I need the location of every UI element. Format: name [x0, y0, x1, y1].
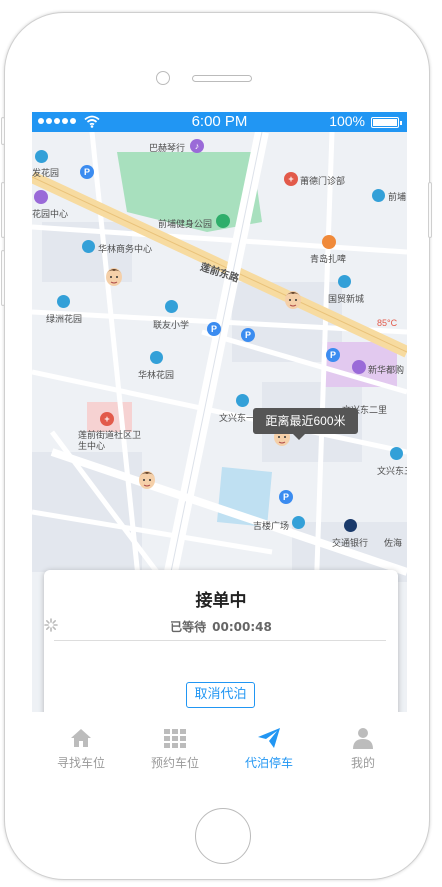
divider [54, 640, 386, 641]
poi-label: 文兴东三 [377, 466, 407, 476]
tab-find-parking[interactable]: 寻找车位 [34, 712, 128, 777]
building-pin-icon[interactable] [372, 189, 385, 202]
driver-avatar-icon[interactable] [136, 467, 158, 491]
home-icon [71, 729, 91, 747]
paper-plane-icon [258, 728, 280, 748]
tab-label: 寻找车位 [56, 756, 105, 770]
hospital-pin-icon[interactable]: + [100, 412, 114, 426]
poi-label: 莆德门诊部 [300, 176, 346, 186]
volume-down-button[interactable] [1, 250, 5, 306]
poi-label: 国贸新城 [328, 294, 365, 304]
school-pin-icon[interactable] [165, 300, 178, 313]
tab-profile[interactable]: 我的 [316, 712, 407, 777]
app-screen: 6:00 PM 100% 莲前东路 ♪ 巴赫琴行 + 莆德门诊部 前埔 发花园 … [32, 112, 407, 777]
earpiece-speaker [192, 75, 252, 82]
poi-label: 新华都购 [368, 365, 405, 375]
shop-pin-icon[interactable] [34, 190, 48, 204]
building-pin-icon[interactable] [292, 516, 305, 529]
building-pin-icon[interactable] [390, 447, 403, 460]
poi-label: 花园中心 [32, 209, 69, 219]
building-pin-icon[interactable] [35, 150, 48, 163]
poi-label: 前埔 [388, 192, 407, 202]
poi-label: 发花园 [32, 168, 60, 178]
building-pin-icon[interactable] [236, 394, 249, 407]
wait-label: 已等待 [170, 620, 207, 634]
tab-label: 我的 [350, 756, 375, 770]
tab-label: 预约车位 [150, 756, 199, 770]
wait-timer: 已等待 00:00:48 [44, 618, 398, 635]
battery-icon [371, 117, 402, 128]
parking-pin-icon[interactable]: P [279, 490, 293, 504]
poi-label: 前埔健身公园 [158, 219, 213, 229]
front-camera [156, 71, 170, 85]
home-button[interactable] [195, 808, 251, 864]
building-pin-icon[interactable] [57, 295, 70, 308]
grid-icon [164, 729, 186, 748]
parking-pin-icon[interactable]: P [241, 328, 255, 342]
power-button[interactable] [428, 182, 432, 238]
battery-percent: 100% [329, 113, 365, 129]
poi-label: 佐海 [384, 538, 403, 548]
driver-avatar-icon[interactable] [103, 264, 125, 288]
poi-label: 交通银行 [332, 538, 369, 548]
cancel-valet-button[interactable]: 取消代泊 [186, 682, 255, 708]
poi-label: 华林花园 [138, 370, 175, 380]
poi-label: 绿洲花园 [46, 314, 83, 324]
map-view[interactable]: 莲前东路 ♪ 巴赫琴行 + 莆德门诊部 前埔 发花园 P 花园中心 前埔健身公园… [32, 132, 407, 738]
poi-label: 联友小学 [153, 320, 190, 330]
parking-pin-icon[interactable]: P [207, 322, 221, 336]
poi-label: 华林商务中心 [98, 244, 153, 254]
building-pin-icon[interactable] [150, 351, 163, 364]
building-pin-icon[interactable] [82, 240, 95, 253]
bank-pin-icon[interactable] [344, 519, 357, 532]
poi-label: 巴赫琴行 [149, 143, 186, 153]
mall-pin-icon[interactable] [352, 360, 366, 374]
parking-pin-icon[interactable]: P [80, 165, 94, 179]
nearest-distance-tooltip: 距离最近600米 [253, 408, 358, 440]
clinic-pin-icon[interactable]: + [284, 172, 298, 186]
tab-reserve-parking[interactable]: 预约车位 [128, 712, 222, 777]
parking-pin-icon[interactable]: P [326, 348, 340, 362]
tab-valet-parking[interactable]: 代泊停车 [222, 712, 316, 777]
tab-label: 代泊停车 [244, 756, 293, 770]
mute-switch[interactable] [1, 117, 5, 145]
loading-spinner-icon [44, 618, 58, 632]
poi-label: 85°C [377, 318, 398, 328]
volume-up-button[interactable] [1, 182, 5, 238]
user-icon [353, 728, 373, 749]
driver-avatar-icon[interactable] [282, 287, 304, 311]
building-pin-icon[interactable] [338, 275, 351, 288]
order-status-title: 接单中 [195, 591, 247, 611]
wait-time: 00:00:48 [212, 620, 272, 634]
status-bar: 6:00 PM 100% [32, 112, 407, 132]
poi-label: 青岛扎啤 [310, 254, 347, 264]
poi-label: 莲前街道社区卫生中心 [78, 430, 142, 451]
park-pin-icon[interactable] [216, 214, 230, 228]
bar-pin-icon[interactable] [322, 235, 336, 249]
music-store-pin-icon[interactable]: ♪ [190, 139, 204, 153]
poi-label: 吉楼广场 [253, 521, 290, 531]
bottom-tab-bar: 寻找车位 预约车位 代泊停车 我的 [32, 712, 407, 777]
